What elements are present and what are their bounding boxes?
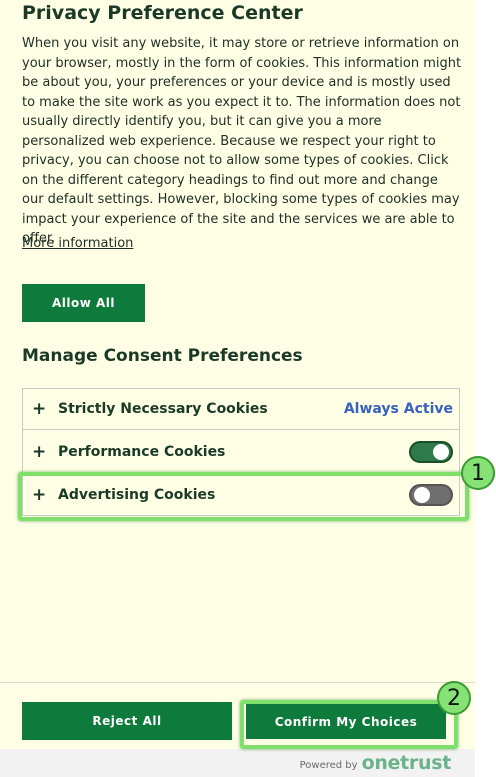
advertising-cookies-toggle[interactable] [409, 484, 453, 506]
performance-cookies-toggle[interactable] [409, 440, 453, 463]
powered-by-text: Powered by [299, 759, 358, 771]
category-label: Strictly Necessary Cookies [58, 401, 268, 417]
annotation-badge-2: 2 [437, 681, 471, 715]
always-active-status: Always Active [343, 401, 453, 417]
category-advertising[interactable]: + Advertising Cookies [23, 474, 459, 516]
category-strictly-necessary[interactable]: + Strictly Necessary Cookies Always Acti… [23, 389, 459, 430]
reject-all-button[interactable]: Reject All [22, 702, 232, 740]
expand-plus-icon[interactable]: + [32, 399, 46, 419]
expand-plus-icon[interactable]: + [32, 442, 46, 462]
category-label: Advertising Cookies [58, 487, 216, 503]
cookie-category-list: + Strictly Necessary Cookies Always Acti… [22, 388, 460, 516]
footer-divider [0, 682, 475, 683]
category-performance[interactable]: + Performance Cookies [23, 430, 459, 474]
annotation-badge-1: 1 [461, 456, 495, 490]
onetrust-logo[interactable]: onetrust [362, 752, 452, 774]
allow-all-button[interactable]: Allow All [22, 284, 145, 322]
category-label: Performance Cookies [58, 443, 226, 460]
confirm-my-choices-button[interactable]: Confirm My Choices [246, 704, 446, 739]
expand-plus-icon[interactable]: + [32, 485, 46, 505]
privacy-preference-panel: Privacy Preference Center When you visit… [0, 0, 475, 777]
powered-by-footer: Powered by onetrust [0, 749, 475, 777]
toggle-knob [414, 487, 430, 503]
panel-title: Privacy Preference Center [22, 2, 303, 24]
toggle-knob [433, 443, 449, 460]
consent-section-title: Manage Consent Preferences [22, 346, 303, 366]
panel-description: When you visit any website, it may store… [22, 36, 462, 246]
more-information-link[interactable]: More information [22, 236, 133, 251]
